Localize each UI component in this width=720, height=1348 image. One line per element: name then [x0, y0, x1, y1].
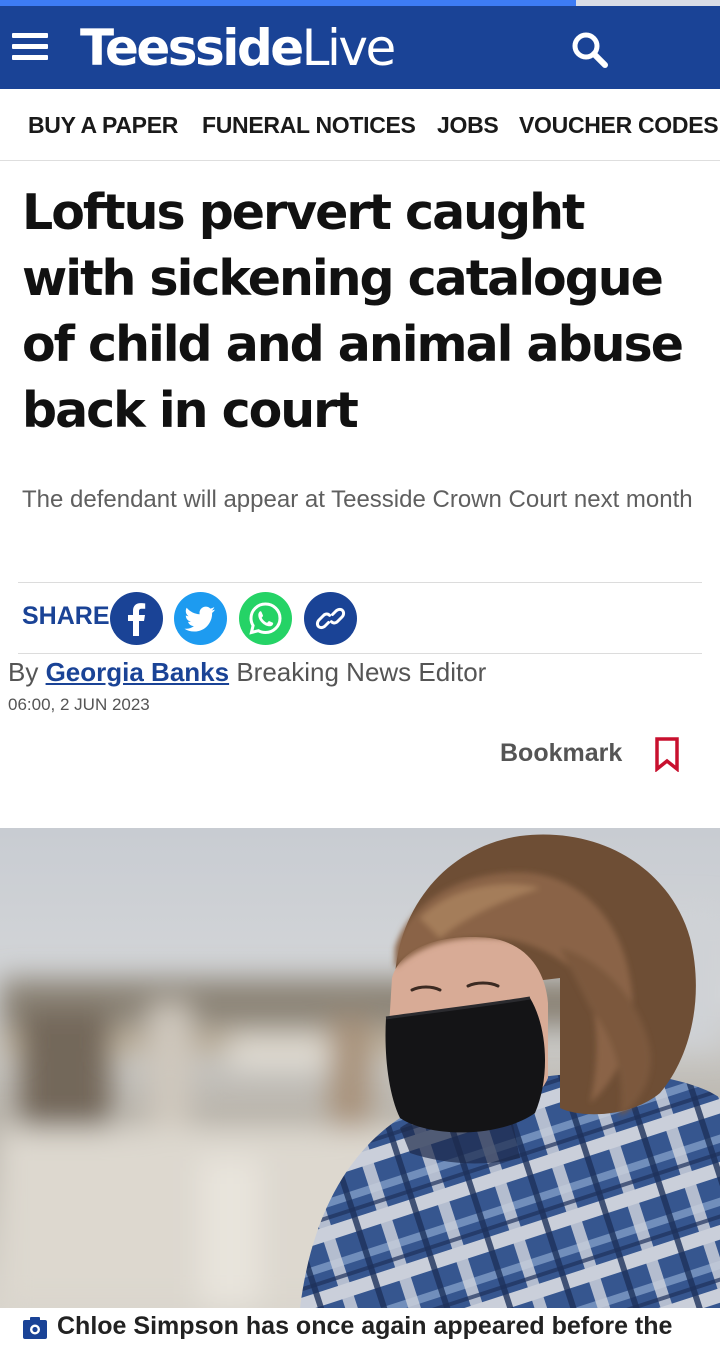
- whatsapp-icon[interactable]: [239, 592, 292, 645]
- bookmark-icon: [655, 737, 679, 772]
- image-caption: Chloe Simpson has once again appeared be…: [22, 1312, 712, 1348]
- article-standfirst: The defendant will appear at Teesside Cr…: [22, 486, 693, 513]
- author-role: Breaking News Editor: [236, 657, 487, 687]
- article-headline: Loftus pervert caught with sickening cat…: [22, 184, 684, 439]
- hamburger-menu-icon[interactable]: [12, 33, 48, 63]
- nav-item-buy-a-paper[interactable]: BUY A PAPER: [28, 112, 178, 139]
- byline: By Georgia Banks Breaking News Editor: [8, 657, 486, 688]
- nav-item-funeral-notices[interactable]: FUNERAL NOTICES: [202, 112, 416, 139]
- author-link[interactable]: Georgia Banks: [46, 657, 230, 687]
- caption-text: Chloe Simpson has once again appeared be…: [57, 1312, 673, 1340]
- nav-item-voucher-codes[interactable]: VOUCHER CODES: [519, 112, 719, 139]
- copy-link-icon[interactable]: [304, 592, 357, 645]
- twitter-icon[interactable]: [174, 592, 227, 645]
- facebook-icon[interactable]: [110, 592, 163, 645]
- nav-item-jobs[interactable]: JOBS: [437, 112, 499, 139]
- top-nav: BUY A PAPER FUNERAL NOTICES JOBS VOUCHER…: [0, 89, 720, 161]
- brand-bold-text: Teesside: [80, 19, 304, 77]
- search-icon[interactable]: [568, 28, 612, 72]
- brand-light-text: Live: [301, 19, 397, 77]
- share-divider-top: [18, 582, 702, 583]
- site-logo[interactable]: TeessideLive: [80, 19, 397, 77]
- article-hero-image[interactable]: [0, 828, 720, 1308]
- byline-prefix: By: [8, 657, 39, 687]
- share-divider-bottom: [18, 653, 702, 654]
- site-header: TeessideLive: [0, 6, 720, 89]
- share-label: SHARE: [22, 602, 110, 630]
- publish-timestamp: 06:00, 2 JUN 2023: [8, 695, 150, 714]
- camera-icon: [23, 1317, 47, 1339]
- bookmark-label: Bookmark: [500, 739, 623, 767]
